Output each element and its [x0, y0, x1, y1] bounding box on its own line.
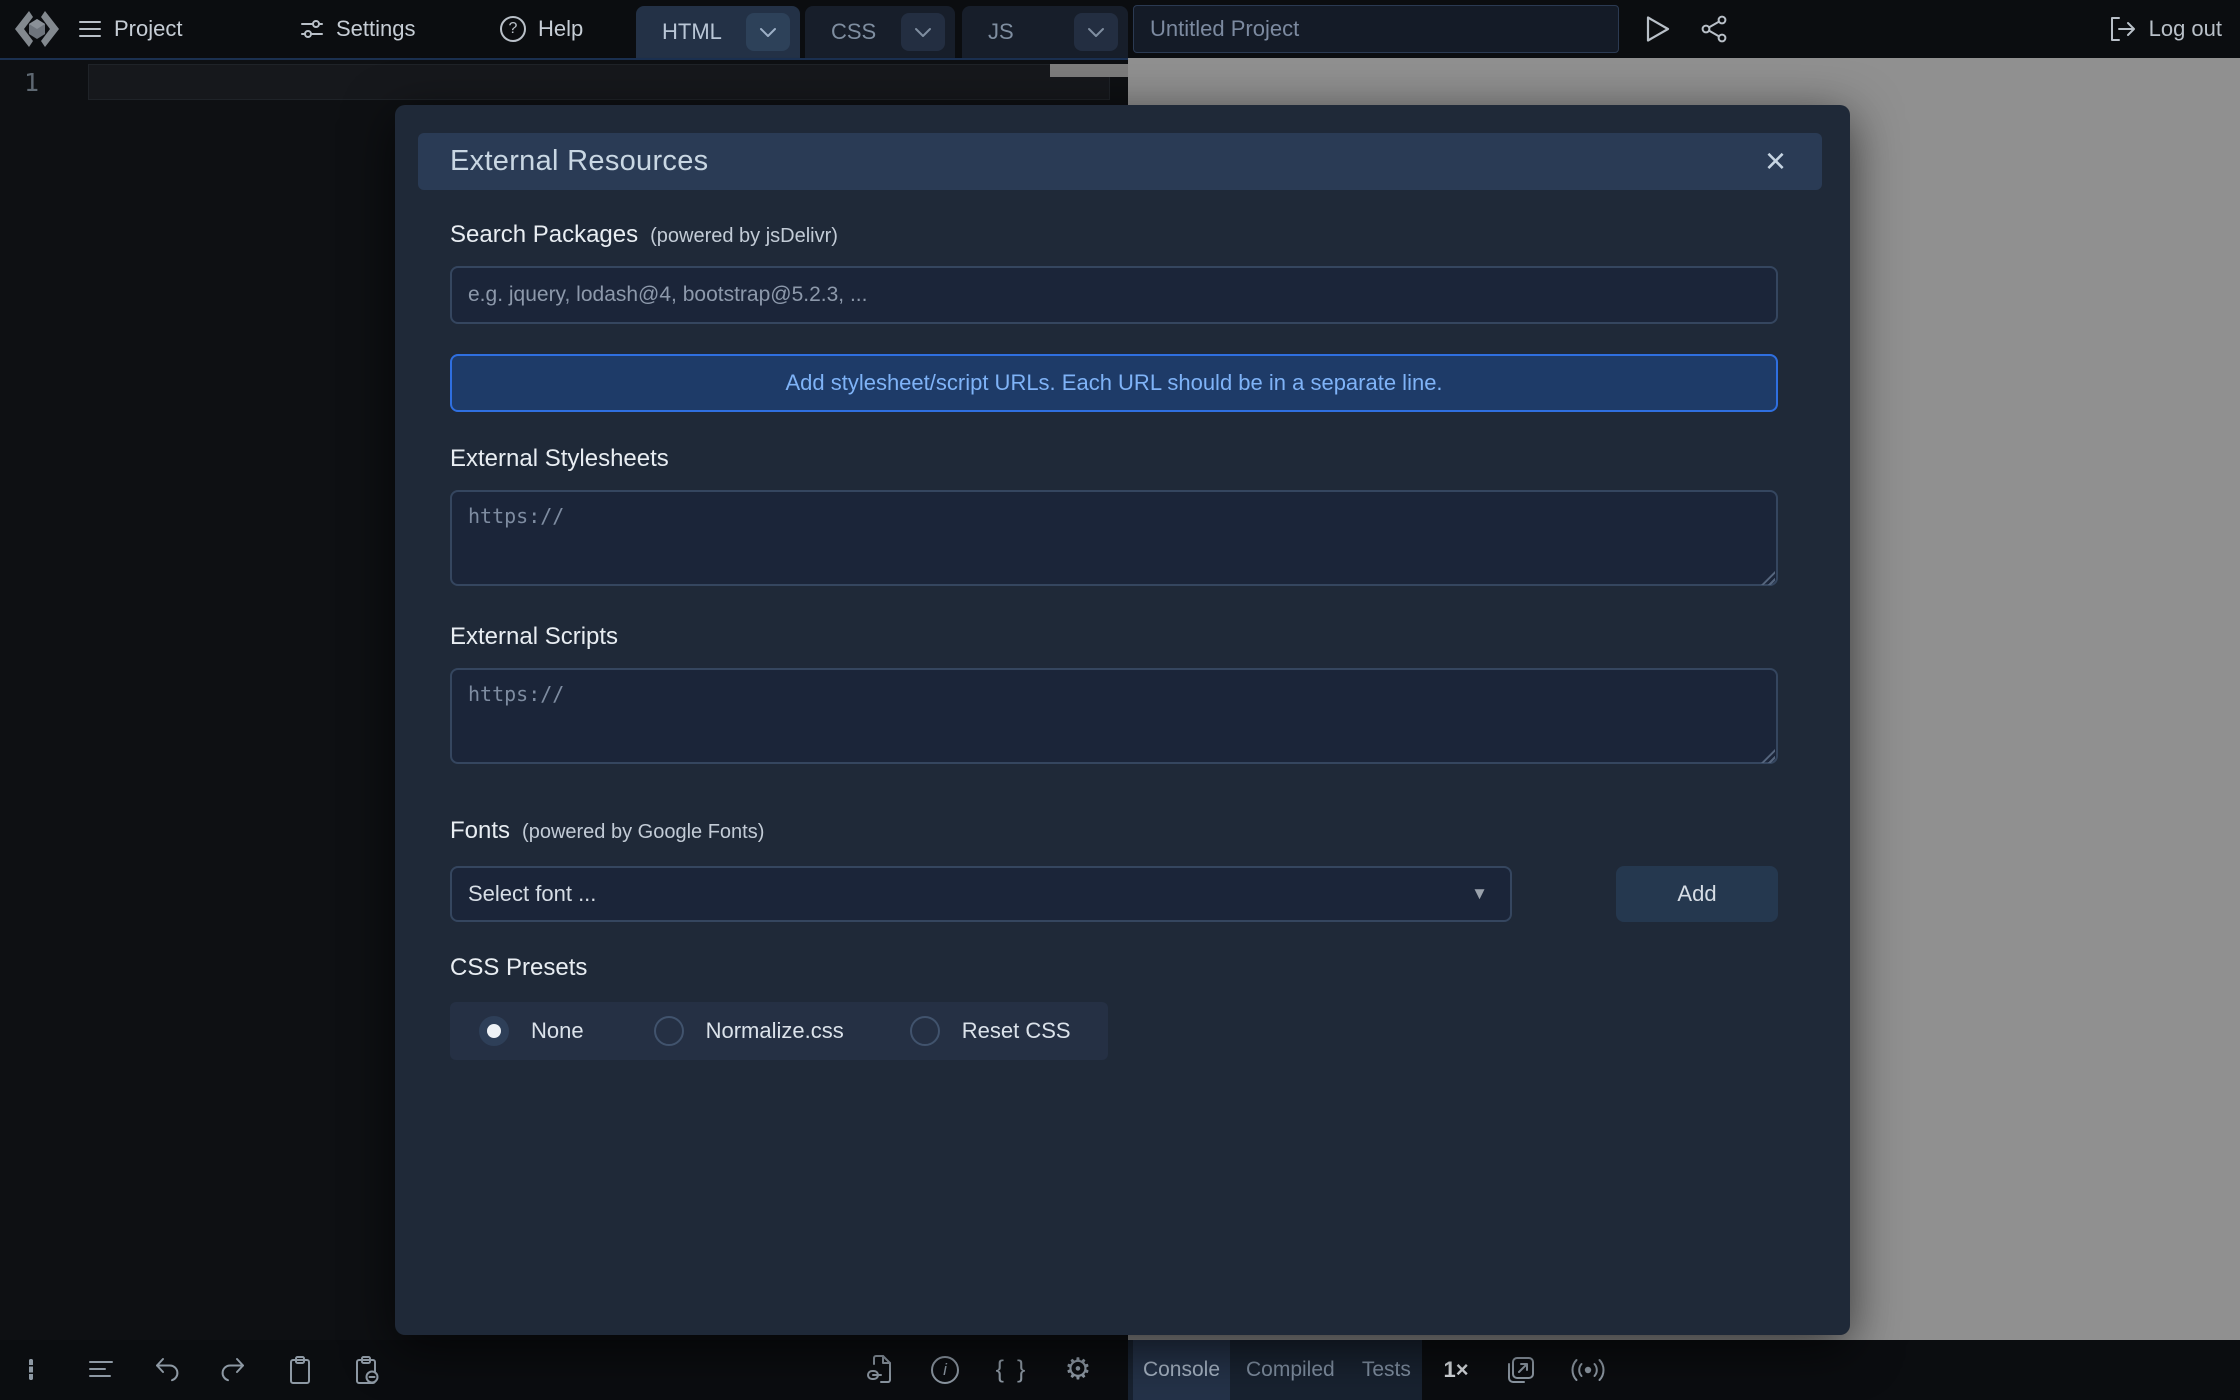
logout-label: Log out	[2149, 16, 2222, 42]
format-code-icon[interactable]	[86, 1358, 114, 1382]
search-packages-hint: (powered by jsDelivr)	[650, 225, 838, 248]
external-resources-icon[interactable]	[865, 1354, 893, 1386]
url-notice: Add stylesheet/script URLs. Each URL sho…	[450, 354, 1778, 412]
line-number: 1	[24, 68, 39, 97]
fonts-label-row: Fonts (powered by Google Fonts)	[450, 817, 764, 845]
fonts-label: Fonts	[450, 817, 510, 845]
chevron-down-icon[interactable]	[1074, 13, 1118, 51]
top-toolbar: Project Settings ? Help xA HTML CSS	[0, 0, 2240, 58]
font-select-value: Select font ...	[468, 881, 596, 907]
app-logo-icon[interactable]	[12, 8, 62, 50]
menu-help-label: Help	[538, 16, 583, 42]
modal-header: External Resources ×	[418, 133, 1822, 190]
tab-tests[interactable]: Tests	[1351, 1340, 1422, 1400]
logout-button[interactable]: Log out	[2109, 0, 2222, 58]
logout-icon	[2109, 16, 2137, 42]
info-icon[interactable]: i	[931, 1356, 959, 1384]
css-presets-group: None Normalize.css Reset CSS	[450, 1002, 1108, 1060]
tab-js-label: JS	[988, 19, 1014, 45]
menu-help[interactable]: ? Help	[500, 0, 583, 58]
radio-selected-icon	[479, 1016, 509, 1046]
radio-reset-label: Reset CSS	[962, 1018, 1071, 1044]
tab-compiled[interactable]: Compiled	[1234, 1340, 1347, 1400]
tab-js[interactable]: JS	[962, 6, 1128, 58]
scripts-label: External Scripts	[450, 623, 618, 651]
stylesheets-field-wrap	[450, 490, 1778, 591]
sliders-icon	[300, 19, 324, 39]
radio-unselected-icon	[654, 1016, 684, 1046]
radio-normalize-label: Normalize.css	[706, 1018, 844, 1044]
console-tab-strip: Console Compiled Tests	[1128, 1340, 1422, 1400]
add-font-button[interactable]: Add	[1616, 866, 1778, 922]
radio-reset[interactable]: Reset CSS	[910, 1016, 1071, 1046]
menu-settings[interactable]: Settings	[300, 0, 416, 58]
run-icon[interactable]	[1645, 0, 1671, 58]
radio-none[interactable]: None	[479, 1016, 584, 1046]
tab-css-label: CSS	[831, 19, 876, 45]
menu-settings-label: Settings	[336, 16, 416, 42]
stylesheets-textarea[interactable]	[450, 490, 1778, 586]
url-notice-text: Add stylesheet/script URLs. Each URL sho…	[785, 370, 1442, 396]
radio-none-label: None	[531, 1018, 584, 1044]
tab-html-label: HTML	[662, 19, 722, 45]
scripts-field-wrap	[450, 668, 1778, 769]
css-presets-label: CSS Presets	[450, 954, 587, 982]
fonts-hint: (powered by Google Fonts)	[522, 821, 764, 844]
search-packages-input[interactable]	[450, 266, 1778, 324]
scripts-textarea[interactable]	[450, 668, 1778, 764]
redo-icon[interactable]	[219, 1356, 247, 1384]
braces-icon[interactable]: { }	[996, 1356, 1029, 1385]
menu-project-label: Project	[114, 16, 182, 42]
tab-css[interactable]: CSS	[805, 6, 955, 58]
help-icon: ?	[500, 16, 526, 42]
select-dropdown-arrow-icon: ▼	[1471, 884, 1488, 904]
status-bar: i { } ⚙ Console Compiled Tests 1×	[0, 1340, 2240, 1400]
chevron-down-icon[interactable]	[901, 13, 945, 51]
search-packages-label: Search Packages	[450, 221, 638, 249]
modal-title: External Resources	[450, 145, 708, 178]
open-window-icon[interactable]	[1506, 1355, 1536, 1385]
stylesheets-label-row: External Stylesheets	[450, 445, 669, 473]
gear-icon[interactable]: ⚙	[1065, 1355, 1092, 1385]
current-line-highlight	[88, 64, 1110, 100]
radio-unselected-icon	[910, 1016, 940, 1046]
share-icon[interactable]	[1700, 0, 1728, 58]
tab-html[interactable]: HTML	[636, 6, 800, 58]
tab-tests-label: Tests	[1362, 1358, 1411, 1382]
undo-icon[interactable]	[153, 1356, 181, 1384]
css-presets-label-row: CSS Presets	[450, 954, 587, 982]
copy-clipboard-icon[interactable]	[288, 1355, 312, 1385]
select-all-icon[interactable]	[29, 1361, 33, 1379]
external-resources-modal: External Resources × Search Packages (po…	[395, 105, 1850, 1335]
tab-compiled-label: Compiled	[1246, 1358, 1335, 1382]
result-zoom-level[interactable]: 1×	[1443, 1357, 1468, 1383]
paste-snippet-icon[interactable]	[354, 1355, 380, 1385]
chevron-down-icon[interactable]	[746, 13, 790, 51]
editor-scrollbar[interactable]	[1050, 64, 1128, 77]
stylesheets-label: External Stylesheets	[450, 445, 669, 473]
broadcast-icon[interactable]	[1569, 1357, 1607, 1383]
project-title-input[interactable]	[1133, 5, 1619, 53]
close-icon[interactable]: ×	[1765, 137, 1786, 185]
hamburger-icon	[78, 20, 102, 38]
radio-normalize[interactable]: Normalize.css	[654, 1016, 844, 1046]
tab-console-label: Console	[1143, 1358, 1220, 1382]
font-select[interactable]: Select font ... ▼	[450, 866, 1512, 922]
menu-project[interactable]: Project	[78, 0, 182, 58]
scripts-label-row: External Scripts	[450, 623, 618, 651]
tab-console[interactable]: Console	[1133, 1340, 1230, 1400]
search-packages-label-row: Search Packages (powered by jsDelivr)	[450, 221, 838, 249]
